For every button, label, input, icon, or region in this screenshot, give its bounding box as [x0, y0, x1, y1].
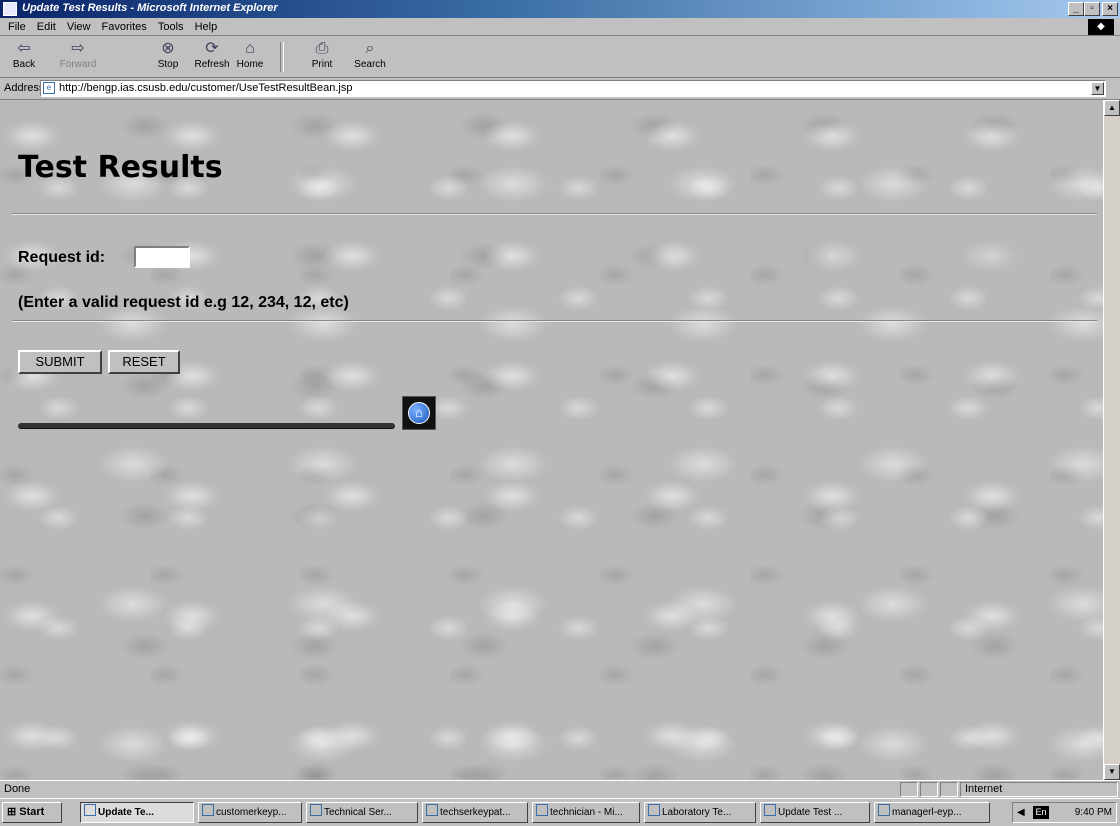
taskbar-item[interactable]: Update Te...: [80, 802, 194, 823]
document-icon: [536, 804, 548, 816]
request-id-label: Request id:: [18, 249, 106, 266]
taskbar-item[interactable]: techserkeypat...: [422, 802, 528, 823]
menu-bar: File Edit View Favorites Tools Help ◆: [0, 18, 1120, 36]
home-link[interactable]: ⌂: [402, 396, 436, 430]
address-input[interactable]: e http://bengp.ias.csusb.edu/customer/Us…: [40, 80, 1106, 97]
ie-icon: [648, 804, 660, 816]
forward-arrow-icon: ⇨: [71, 40, 85, 57]
page-icon: e: [43, 82, 55, 94]
speaker-icon[interactable]: ◀: [1017, 803, 1025, 822]
close-button[interactable]: ×: [1102, 2, 1118, 16]
submit-button[interactable]: SUBMIT: [18, 350, 102, 374]
windows-logo-icon: ◆: [1088, 19, 1114, 35]
address-dropdown-button[interactable]: ▼: [1091, 82, 1104, 95]
back-arrow-icon: ⇦: [17, 40, 31, 57]
menu-tools[interactable]: Tools: [158, 18, 184, 36]
clock: 9:40 PM: [1074, 807, 1112, 818]
search-icon: ⌕: [365, 40, 375, 57]
menu-view[interactable]: View: [67, 18, 91, 36]
taskbar: ⊞ Start Update Te... customerkeyp... Tec…: [0, 798, 1120, 826]
minimize-button[interactable]: _: [1068, 2, 1084, 16]
search-button[interactable]: ⌕ Search: [350, 38, 390, 76]
restore-button[interactable]: ▫: [1084, 2, 1100, 16]
status-text: Done: [4, 783, 31, 795]
ie-icon: [84, 804, 96, 816]
status-pane: [920, 782, 938, 797]
language-indicator[interactable]: En: [1033, 806, 1049, 819]
taskbar-item[interactable]: technician - Mi...: [532, 802, 640, 823]
address-bar: Address e http://bengp.ias.csusb.edu/cus…: [0, 78, 1120, 100]
document-icon: [426, 804, 438, 816]
back-button[interactable]: ⇦ Back: [4, 38, 44, 76]
menu-favorites[interactable]: Favorites: [102, 18, 147, 36]
windows-flag-icon: ⊞: [7, 806, 17, 818]
refresh-button[interactable]: ⟳ Refresh: [192, 38, 232, 76]
taskbar-item[interactable]: Technical Ser...: [306, 802, 418, 823]
status-pane: [900, 782, 918, 797]
ie-icon: [3, 2, 17, 16]
status-pane: [940, 782, 958, 797]
taskbar-item[interactable]: Update Test ...: [760, 802, 870, 823]
taskbar-item[interactable]: managerl-eyp...: [874, 802, 990, 823]
printer-icon: ⎙: [315, 40, 329, 57]
stop-button[interactable]: ⊗ Stop: [148, 38, 188, 76]
menu-file[interactable]: File: [8, 18, 26, 36]
divider: [12, 320, 1097, 322]
page-title: Test Results: [18, 150, 223, 185]
vertical-scrollbar[interactable]: ▲ ▼: [1103, 100, 1120, 780]
ie-icon: [764, 804, 776, 816]
menu-help[interactable]: Help: [195, 18, 218, 36]
toolbar: ⇦ Back ⇨ Forward ⊗ Stop ⟳ Refresh ⌂ Home…: [0, 36, 1120, 78]
home-icon: ⌂: [245, 40, 255, 57]
security-zone: Internet: [960, 782, 1118, 797]
scroll-down-button[interactable]: ▼: [1104, 764, 1120, 780]
home-icon: ⌂: [408, 402, 430, 424]
start-button[interactable]: ⊞ Start: [2, 802, 62, 823]
taskbar-item[interactable]: customerkeyp...: [198, 802, 302, 823]
system-tray: ◀ En 9:40 PM: [1012, 802, 1117, 823]
address-url: http://bengp.ias.csusb.edu/customer/UseT…: [59, 82, 353, 94]
home-button[interactable]: ⌂ Home: [230, 38, 270, 76]
toolbar-separator: [280, 42, 284, 72]
refresh-icon: ⟳: [205, 40, 219, 57]
request-id-input[interactable]: [134, 246, 190, 268]
forward-button[interactable]: ⇨ Forward: [58, 38, 98, 76]
reset-button[interactable]: RESET: [108, 350, 180, 374]
title-bar: Update Test Results - Microsoft Internet…: [0, 0, 1120, 18]
scroll-up-button[interactable]: ▲: [1104, 100, 1120, 116]
divider: [12, 213, 1097, 215]
page-content: Test Results Request id: (Enter a valid …: [0, 100, 1103, 780]
document-icon: [202, 804, 214, 816]
document-icon: [878, 804, 890, 816]
print-button[interactable]: ⎙ Print: [302, 38, 342, 76]
window-title: Update Test Results - Microsoft Internet…: [22, 2, 278, 14]
ie-icon: [310, 804, 322, 816]
taskbar-item[interactable]: Laboratory Te...: [644, 802, 756, 823]
request-id-hint: (Enter a valid request id e.g 12, 234, 1…: [18, 294, 349, 311]
address-label: Address: [4, 82, 45, 94]
menu-edit[interactable]: Edit: [37, 18, 56, 36]
status-bar: Done Internet: [0, 780, 1120, 798]
stop-icon: ⊗: [161, 40, 175, 57]
decorative-bar: [18, 423, 395, 429]
